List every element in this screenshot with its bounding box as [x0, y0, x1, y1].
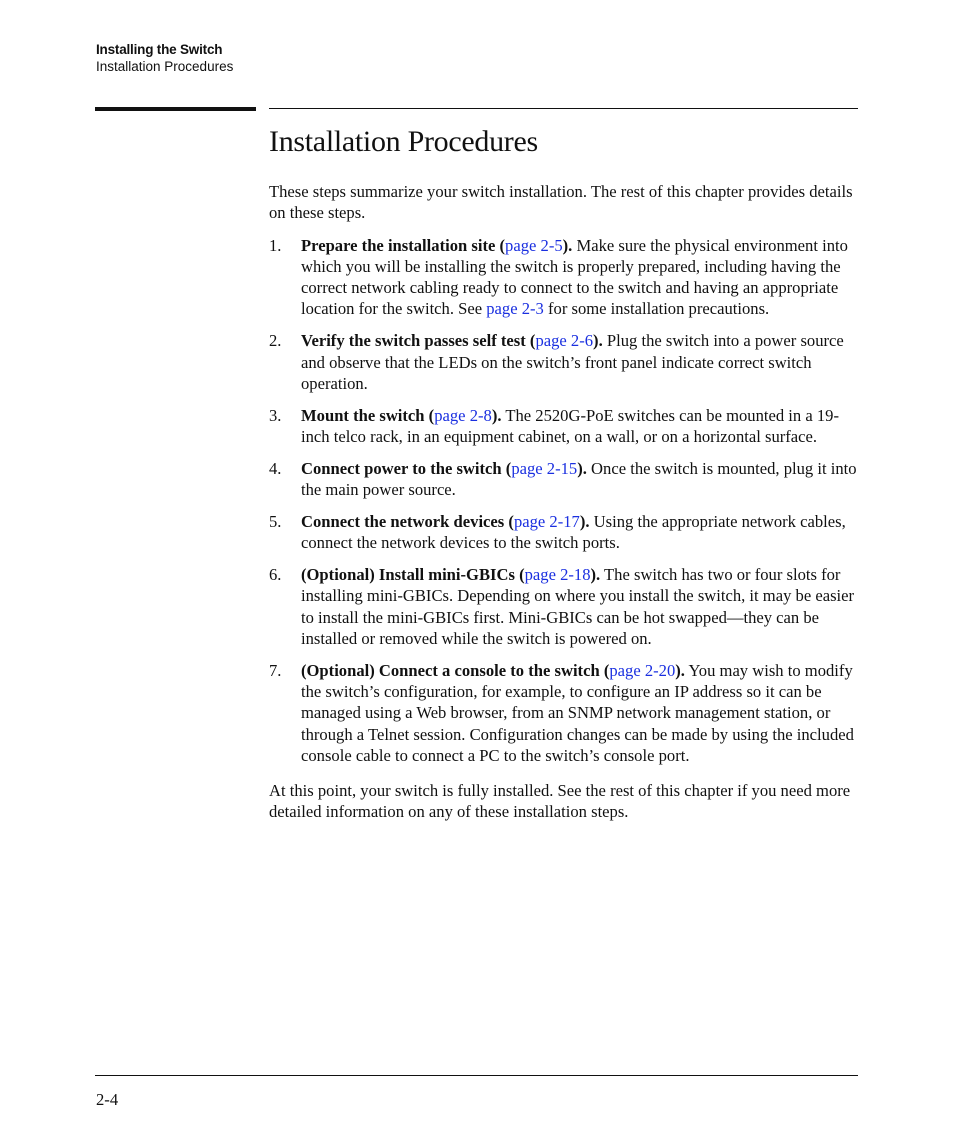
page-title: Installation Procedures: [269, 125, 538, 158]
step-number: 6.: [269, 564, 282, 584]
step-item: 4. Connect power to the switch (page 2-1…: [269, 458, 857, 500]
step-title: Prepare the installation site (: [301, 235, 506, 255]
header-rule-thin: [269, 108, 858, 109]
page-link[interactable]: page 2-17: [514, 512, 580, 531]
page-link[interactable]: page 2-6: [535, 331, 593, 350]
page-number: 2-4: [96, 1090, 119, 1109]
step-title: (Optional) Install mini-GBICs (: [301, 564, 525, 584]
page-link[interactable]: page 2-5: [505, 236, 563, 255]
step-title: Connect the network devices (: [301, 511, 514, 531]
running-header: Installing the Switch Installation Proce…: [96, 41, 233, 75]
intro-paragraph: These steps summarize your switch instal…: [269, 182, 853, 223]
running-header-section: Installation Procedures: [96, 59, 234, 74]
running-header-chapter: Installing the Switch: [96, 42, 223, 57]
step-number: 3.: [269, 405, 282, 425]
page-link[interactable]: page 2-18: [525, 565, 591, 584]
step-title: Verify the switch passes self test (: [301, 331, 536, 351]
page-link[interactable]: page 2-20: [609, 661, 675, 680]
step-number: 1.: [269, 235, 282, 255]
step-number: 5.: [269, 511, 282, 531]
header-rule-thick: [95, 107, 256, 111]
page-link[interactable]: page 2-3: [486, 299, 544, 318]
step-item: 1. Prepare the installation site (page 2…: [269, 235, 848, 319]
footer-rule: [95, 1075, 858, 1076]
step-body-end: for some installation precautions.: [543, 299, 770, 319]
step-item: 7. (Optional) Connect a console to the s…: [269, 660, 854, 765]
step-number: 7.: [269, 660, 282, 680]
page-link[interactable]: page 2-15: [511, 459, 577, 478]
step-title: (Optional) Connect a console to the swit…: [301, 660, 610, 680]
steps-list: 1. Prepare the installation site (page 2…: [269, 235, 859, 767]
page-link[interactable]: page 2-8: [434, 406, 492, 425]
closing-paragraph: At this point, your switch is fully inst…: [269, 781, 851, 822]
step-item: 5. Connect the network devices (page 2-1…: [269, 511, 846, 553]
step-title: Mount the switch (: [301, 405, 435, 425]
step-item: 3. Mount the switch (page 2-8). The 2520…: [269, 405, 839, 446]
step-item: 2. Verify the switch passes self test (p…: [269, 331, 844, 393]
step-number: 4.: [269, 458, 282, 478]
step-title: Connect power to the switch (: [301, 458, 512, 478]
step-number: 2.: [269, 331, 282, 351]
main-content: Installation Procedures These steps summ…: [269, 122, 859, 823]
step-item: 6. (Optional) Install mini-GBICs (page 2…: [269, 564, 855, 648]
